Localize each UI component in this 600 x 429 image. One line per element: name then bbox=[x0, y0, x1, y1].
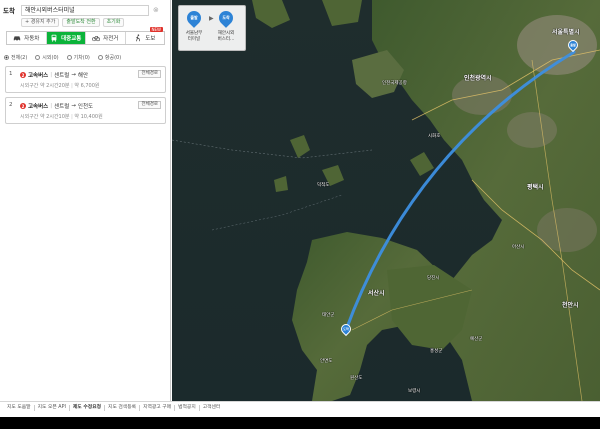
start-pin-icon: 출발 bbox=[184, 8, 204, 28]
destination-label: 도착 bbox=[3, 7, 15, 15]
map-label: 안면도 bbox=[320, 359, 333, 364]
footer-link-register[interactable]: 지도 검색등록 bbox=[105, 405, 141, 411]
route-number: 2 bbox=[9, 102, 13, 108]
tab-bicycle[interactable]: 자전거 bbox=[86, 32, 126, 44]
tab-car[interactable]: 자동차 bbox=[7, 32, 47, 44]
express-bus-icon: 2 bbox=[20, 72, 26, 78]
route-line: 2 고속버스 | 센트럴 → 해안 bbox=[20, 72, 89, 79]
route-info: 시외구간 약 2시간20분 | 약 6,700원 bbox=[20, 83, 100, 89]
x-icon[interactable]: ⊗ bbox=[153, 6, 159, 14]
directions-panel: 도착 해안시외버스터미널 ⊗ + 경유지 추가 출발도착 전환 초기화 자동차 … bbox=[0, 0, 171, 401]
footer-link-ads[interactable]: 지역광고 구매 bbox=[140, 405, 176, 411]
tab-transit[interactable]: 대중교통 bbox=[46, 32, 86, 44]
end-terminal-name: 해안시외 버스터... bbox=[217, 31, 235, 42]
footer-link-legal[interactable]: 법적공지 bbox=[175, 405, 200, 411]
route-options: + 경유지 추가 출발도착 전환 초기화 bbox=[21, 18, 125, 27]
new-badge: NEW bbox=[149, 27, 163, 32]
route-option-2[interactable]: 2 2 고속버스 | 센트럴 → 인천도 시외구간 약 2시간10분 | 약 1… bbox=[5, 97, 166, 124]
express-bus-icon: 2 bbox=[20, 103, 26, 109]
map-label: 태안군 bbox=[322, 313, 335, 318]
map-label: 홍성군 bbox=[430, 349, 443, 354]
map-label: 시화호 bbox=[428, 134, 441, 139]
route-number: 1 bbox=[9, 71, 13, 77]
route-to: 인천도 bbox=[77, 104, 94, 110]
route-from: 센트럴 bbox=[54, 104, 70, 110]
map-label: 인천광역시 bbox=[464, 75, 492, 82]
arrow-right-icon: → bbox=[71, 103, 76, 109]
bus-icon bbox=[51, 34, 57, 42]
start-terminal-name: 서울남부 터미널 bbox=[185, 31, 203, 42]
arrow-right-icon: ▶ bbox=[209, 15, 214, 22]
taskbar bbox=[0, 417, 600, 429]
footer-links: 지도 도움말 지도 오픈 API 제도 수정요청 지도 검색등록 지역광고 구매… bbox=[4, 405, 223, 411]
map-label: 아산시 bbox=[512, 245, 525, 250]
route-option-1[interactable]: 1 2 고속버스 | 센트럴 → 해안 시외구간 약 2시간20분 | 약 6,… bbox=[5, 66, 166, 93]
tab-bicycle-label: 자전거 bbox=[103, 36, 119, 42]
map-imagery bbox=[172, 0, 600, 401]
filter-air[interactable]: 항공(0) bbox=[97, 54, 121, 61]
swap-button[interactable]: 출발도착 전환 bbox=[62, 18, 100, 27]
tab-car-label: 자동차 bbox=[24, 36, 40, 42]
destination-input[interactable]: 해안시외버스터미널 bbox=[21, 4, 149, 16]
footer-link-support[interactable]: 고객센터 bbox=[200, 405, 224, 411]
end-pin-icon: 도착 bbox=[216, 8, 236, 28]
map-label: 예산군 bbox=[470, 337, 483, 342]
reset-button[interactable]: 초기화 bbox=[102, 18, 125, 27]
tab-walk-label: 도보 bbox=[145, 36, 156, 42]
footer-link-api[interactable]: 지도 오픈 API bbox=[35, 405, 70, 411]
route-duration: 시외구간 약 2시간10분 bbox=[20, 114, 70, 120]
arrow-right-icon: → bbox=[71, 72, 76, 78]
footer-link-report[interactable]: 제도 수정요청 bbox=[70, 405, 106, 411]
map-label: 서울특별시 bbox=[552, 29, 580, 36]
map-label: 보령시 bbox=[408, 389, 421, 394]
destination-row: 도착 해안시외버스터미널 ⊗ bbox=[3, 4, 167, 16]
app-window: 도착 해안시외버스터미널 ⊗ + 경유지 추가 출발도착 전환 초기화 자동차 … bbox=[0, 0, 600, 429]
route-line: 2 고속버스 | 센트럴 → 인천도 bbox=[20, 103, 94, 110]
bus-type: 고속버스 bbox=[28, 73, 49, 79]
route-fare: 약 10,400원 bbox=[74, 114, 103, 120]
tab-walk[interactable]: 도보 NEW bbox=[126, 27, 165, 44]
footer-link-help[interactable]: 지도 도움말 bbox=[4, 405, 35, 411]
route-from: 센트럴 bbox=[54, 73, 70, 79]
car-icon bbox=[13, 36, 21, 42]
satellite-map[interactable]: 서울특별시 인천광역시 인천국제공항 시화호 평택시 덕적도 아산시 당진시 서… bbox=[172, 0, 600, 401]
page-footer: 지도 도움말 지도 오픈 API 제도 수정요청 지도 검색등록 지역광고 구매… bbox=[0, 401, 600, 429]
map-label: 천안시 bbox=[562, 302, 579, 309]
tab-transit-label: 대중교통 bbox=[61, 36, 82, 42]
filter-all[interactable]: 전체(2) bbox=[4, 54, 27, 61]
route-to: 해안 bbox=[77, 73, 89, 79]
map-label: 덕적도 bbox=[317, 183, 330, 188]
full-route-button[interactable]: 전체경로 bbox=[138, 70, 161, 78]
map-label: 서산시 bbox=[368, 290, 385, 297]
filter-intercity[interactable]: 시외(0) bbox=[35, 54, 59, 61]
map-label: 평택시 bbox=[527, 184, 544, 191]
route-summary-box[interactable]: 출발 ▶ 도착 서울남부 터미널 해안시외 버스터... bbox=[178, 5, 246, 51]
route-filter-row: 전체(2) 시외(0) 기차(0) 항공(0) bbox=[4, 54, 121, 61]
map-label: 원산도 bbox=[350, 376, 363, 381]
route-info: 시외구간 약 2시간10분 | 약 10,400원 bbox=[20, 114, 103, 120]
transport-mode-tabs: 자동차 대중교통 자전거 도보 NEW bbox=[6, 27, 165, 45]
map-label: 당진시 bbox=[427, 276, 440, 281]
add-waypoint-button[interactable]: + 경유지 추가 bbox=[21, 18, 60, 27]
walk-icon bbox=[136, 34, 141, 42]
filter-train[interactable]: 기차(0) bbox=[66, 54, 90, 61]
bicycle-icon bbox=[92, 36, 101, 42]
route-fare: 약 6,700원 bbox=[74, 83, 100, 89]
route-duration: 시외구간 약 2시간20분 bbox=[20, 83, 70, 89]
full-route-button[interactable]: 전체경로 bbox=[138, 101, 161, 109]
bus-type: 고속버스 bbox=[28, 104, 49, 110]
map-label: 인천국제공항 bbox=[382, 81, 407, 86]
